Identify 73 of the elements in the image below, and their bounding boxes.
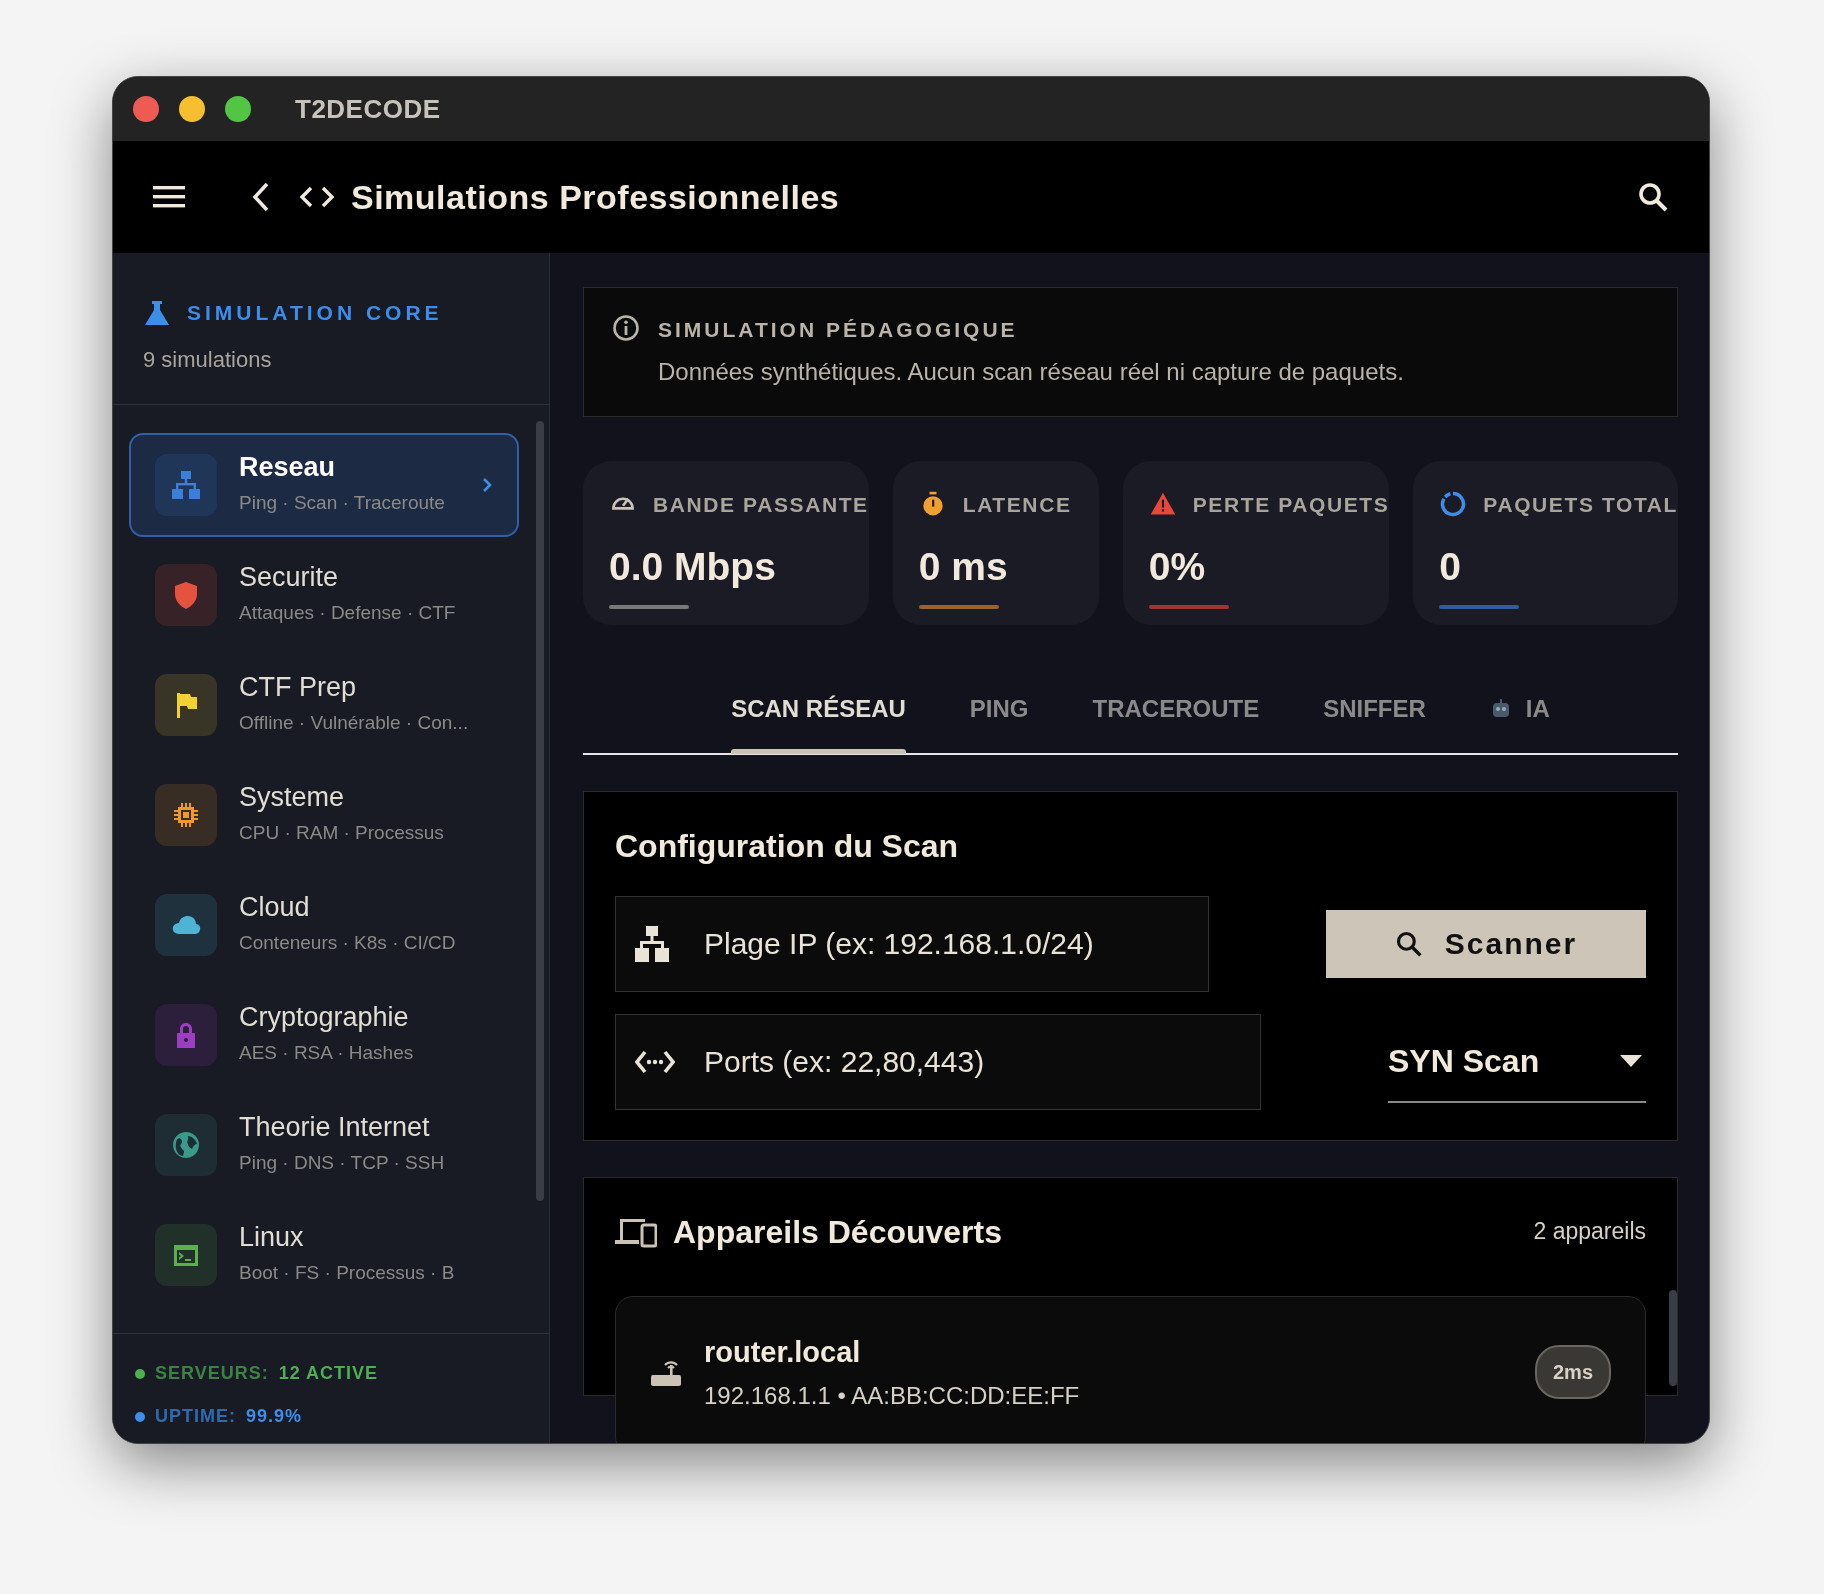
item-subtitle: Ping · Scan · Traceroute bbox=[239, 491, 446, 516]
device-count: 2 appareils bbox=[1533, 1217, 1646, 1247]
sidebar-item[interactable]: Reseau Ping · Scan · Traceroute bbox=[129, 432, 519, 537]
ip-range-field[interactable]: Plage IP (ex: 192.168.1.0/24) bbox=[615, 895, 1209, 992]
device-row[interactable]: router.local 192.168.1.1 • AA:BB:CC:DD:EE:FF 2ms bbox=[615, 1295, 1646, 1443]
scan-type-dropdown[interactable]: SYN Scan bbox=[1388, 1020, 1646, 1103]
device-name: router.local bbox=[704, 1334, 862, 1370]
item-title: Securite bbox=[239, 561, 340, 594]
sidebar-item[interactable]: Cryptographie AES · RSA · Hashes bbox=[129, 982, 519, 1087]
info-icon bbox=[612, 314, 640, 342]
item-title: Cryptographie bbox=[239, 1001, 410, 1034]
item-title: Cloud bbox=[239, 891, 311, 924]
flask-icon bbox=[143, 298, 171, 327]
scrollbar[interactable] bbox=[536, 420, 544, 1201]
tab[interactable]: TRACEROUTE bbox=[1060, 668, 1292, 753]
scanner-button[interactable]: Scanner bbox=[1326, 909, 1646, 978]
status-value: 99.9% bbox=[246, 1405, 303, 1428]
sidebar-item[interactable]: CTF Prep Offline · Vulnérable · Con... bbox=[129, 652, 519, 757]
devices-title: Appareils Découverts bbox=[673, 1212, 1002, 1252]
status-label: SERVEURS: bbox=[155, 1362, 269, 1385]
code-icon bbox=[299, 185, 335, 209]
page-title: Simulations Professionnelles bbox=[351, 176, 840, 218]
sidebar-item[interactable]: Securite Attaques · Defense · CTF bbox=[129, 542, 519, 647]
panel-title: Configuration du Scan bbox=[615, 826, 960, 866]
sidebar-item[interactable]: Systeme CPU · RAM · Processus bbox=[129, 762, 519, 867]
item-subtitle: Attaques · Defense · CTF bbox=[239, 601, 457, 626]
notice-text: Données synthétiques. Aucun scan réseau réel ni capture de paquets. bbox=[658, 356, 1404, 387]
simulation-count: 9 simulations bbox=[143, 345, 273, 374]
tab[interactable]: SCAN RÉSEAU bbox=[699, 668, 938, 753]
sidebar-item[interactable]: Cloud Conteneurs · K8s · CI/CD bbox=[129, 872, 519, 977]
status-value: 12 ACTIVE bbox=[278, 1362, 379, 1385]
item-title: Systeme bbox=[239, 781, 346, 814]
stat-label: PERTE PAQUETS bbox=[1192, 491, 1390, 518]
stat-label: PAQUETS TOTAL bbox=[1483, 491, 1678, 518]
sidebar-heading: SIMULATION CORE bbox=[187, 300, 443, 326]
status-label: UPTIME: bbox=[155, 1405, 236, 1428]
item-title: Reseau bbox=[239, 451, 337, 484]
stat-label: LATENCE bbox=[962, 491, 1072, 518]
ring-icon bbox=[1439, 490, 1468, 519]
stat-value: 0 bbox=[1439, 544, 1463, 590]
chevron-right-icon bbox=[481, 475, 493, 494]
stat-value: 0 ms bbox=[918, 544, 1009, 590]
item-title: Linux bbox=[239, 1221, 305, 1254]
tab[interactable]: IA bbox=[1457, 668, 1582, 753]
item-subtitle: Ping · DNS · TCP · SSH bbox=[239, 1151, 446, 1176]
caret-icon bbox=[1620, 1054, 1642, 1067]
item-title: CTF Prep bbox=[239, 671, 358, 704]
item-subtitle: Conteneurs · K8s · CI/CD bbox=[239, 931, 457, 956]
stat-label: BANDE PASSANTE bbox=[653, 491, 869, 518]
scrollbar[interactable] bbox=[1669, 1289, 1677, 1386]
item-subtitle: AES · RSA · Hashes bbox=[239, 1041, 415, 1066]
item-title: Theorie Internet bbox=[239, 1111, 431, 1144]
stat-value: 0.0 Mbps bbox=[609, 544, 777, 590]
tab[interactable]: PING bbox=[937, 668, 1061, 753]
maximize-button[interactable] bbox=[225, 96, 251, 122]
search-icon[interactable] bbox=[1637, 181, 1669, 213]
sidebar-item[interactable]: Linux Boot · FS · Processus · B bbox=[129, 1202, 519, 1307]
notice-title: SIMULATION PÉDAGOGIQUE bbox=[658, 317, 1019, 343]
item-subtitle: CPU · RAM · Processus bbox=[239, 821, 445, 846]
ports-field[interactable]: Ports (ex: 22,80,443) bbox=[615, 1013, 1261, 1110]
stat-value: 0% bbox=[1148, 544, 1207, 590]
tab[interactable]: SNIFFER bbox=[1291, 668, 1458, 753]
item-subtitle: Boot · FS · Processus · B bbox=[239, 1261, 456, 1286]
device-address: 192.168.1.1 • AA:BB:CC:DD:EE:FF bbox=[704, 1381, 1080, 1411]
latency-badge: 2ms bbox=[1534, 1345, 1611, 1400]
minimize-button[interactable] bbox=[179, 96, 205, 122]
close-button[interactable] bbox=[133, 96, 159, 122]
menu-icon[interactable] bbox=[153, 185, 185, 209]
sidebar-item[interactable]: Theorie Internet Ping · DNS · TCP · SSH bbox=[129, 1092, 519, 1197]
window-title: T2DECODE bbox=[295, 92, 441, 126]
item-subtitle: Offline · Vulnérable · Con... bbox=[239, 711, 470, 736]
back-icon[interactable] bbox=[251, 181, 271, 213]
search-icon bbox=[1394, 929, 1423, 958]
